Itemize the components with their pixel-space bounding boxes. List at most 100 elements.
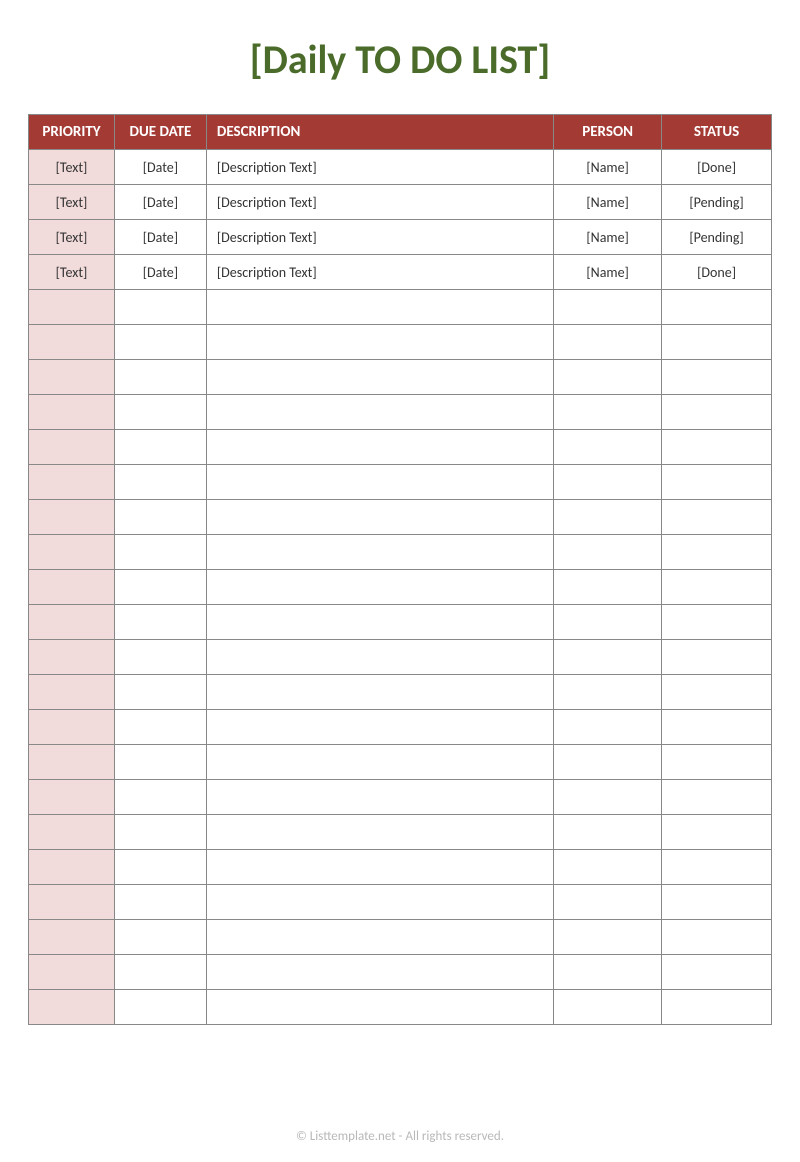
- table-row: [29, 570, 772, 605]
- cell-description: [206, 745, 553, 780]
- table-row: [29, 325, 772, 360]
- cell-person: [554, 920, 662, 955]
- table-row: [29, 500, 772, 535]
- cell-priority: [29, 465, 115, 500]
- cell-status: [662, 955, 772, 990]
- cell-priority: [29, 675, 115, 710]
- cell-person: [554, 710, 662, 745]
- cell-priority: [29, 500, 115, 535]
- cell-status: [662, 290, 772, 325]
- table-row: [Text][Date][Description Text][Name][Don…: [29, 255, 772, 290]
- cell-duedate: [114, 675, 206, 710]
- table-row: [29, 535, 772, 570]
- cell-status: [Done]: [662, 150, 772, 185]
- cell-description: [Description Text]: [206, 150, 553, 185]
- cell-duedate: [Date]: [114, 185, 206, 220]
- cell-description: [206, 850, 553, 885]
- cell-duedate: [114, 535, 206, 570]
- table-row: [29, 640, 772, 675]
- cell-priority: [Text]: [29, 185, 115, 220]
- cell-priority: [29, 955, 115, 990]
- cell-status: [662, 395, 772, 430]
- col-header-description: DESCRIPTION: [206, 115, 553, 150]
- table-row: [29, 815, 772, 850]
- cell-description: [206, 955, 553, 990]
- cell-person: [554, 570, 662, 605]
- cell-priority: [29, 815, 115, 850]
- cell-person: [554, 815, 662, 850]
- cell-status: [662, 360, 772, 395]
- cell-person: [554, 430, 662, 465]
- cell-description: [206, 290, 553, 325]
- table-row: [Text][Date][Description Text][Name][Pen…: [29, 220, 772, 255]
- table-row: [29, 430, 772, 465]
- cell-status: [662, 500, 772, 535]
- cell-person: [554, 605, 662, 640]
- cell-duedate: [114, 710, 206, 745]
- cell-priority: [29, 570, 115, 605]
- cell-duedate: [114, 325, 206, 360]
- cell-person: [554, 640, 662, 675]
- cell-priority: [29, 780, 115, 815]
- cell-priority: [29, 430, 115, 465]
- cell-status: [Done]: [662, 255, 772, 290]
- cell-status: [662, 780, 772, 815]
- cell-duedate: [114, 780, 206, 815]
- cell-status: [Pending]: [662, 185, 772, 220]
- cell-description: [Description Text]: [206, 185, 553, 220]
- cell-priority: [29, 920, 115, 955]
- cell-description: [206, 465, 553, 500]
- table-row: [29, 780, 772, 815]
- cell-status: [662, 710, 772, 745]
- cell-description: [206, 605, 553, 640]
- cell-person: [554, 360, 662, 395]
- cell-duedate: [114, 465, 206, 500]
- cell-description: [206, 500, 553, 535]
- cell-priority: [Text]: [29, 150, 115, 185]
- cell-priority: [Text]: [29, 255, 115, 290]
- cell-person: [554, 500, 662, 535]
- cell-person: [554, 780, 662, 815]
- cell-description: [206, 325, 553, 360]
- cell-person: [Name]: [554, 185, 662, 220]
- cell-person: [554, 465, 662, 500]
- cell-status: [662, 325, 772, 360]
- cell-status: [662, 430, 772, 465]
- cell-description: [206, 710, 553, 745]
- cell-description: [Description Text]: [206, 255, 553, 290]
- cell-person: [554, 290, 662, 325]
- cell-description: [206, 815, 553, 850]
- cell-duedate: [114, 850, 206, 885]
- cell-duedate: [114, 500, 206, 535]
- table-row: [29, 850, 772, 885]
- cell-priority: [29, 605, 115, 640]
- cell-description: [206, 885, 553, 920]
- cell-person: [554, 850, 662, 885]
- table-row: [29, 465, 772, 500]
- table-row: [29, 360, 772, 395]
- cell-person: [554, 885, 662, 920]
- col-header-person: PERSON: [554, 115, 662, 150]
- cell-person: [554, 675, 662, 710]
- cell-person: [554, 955, 662, 990]
- cell-description: [206, 780, 553, 815]
- cell-priority: [29, 850, 115, 885]
- cell-duedate: [114, 815, 206, 850]
- cell-priority: [29, 535, 115, 570]
- cell-person: [554, 745, 662, 780]
- table-row: [29, 605, 772, 640]
- table-row: [29, 955, 772, 990]
- cell-duedate: [Date]: [114, 150, 206, 185]
- cell-status: [662, 535, 772, 570]
- cell-priority: [29, 745, 115, 780]
- cell-description: [206, 570, 553, 605]
- cell-status: [662, 815, 772, 850]
- cell-description: [206, 640, 553, 675]
- table-row: [Text][Date][Description Text][Name][Don…: [29, 150, 772, 185]
- cell-duedate: [114, 395, 206, 430]
- footer-text: © Listtemplate.net - All rights reserved…: [0, 1129, 800, 1144]
- table-row: [29, 990, 772, 1025]
- cell-person: [554, 990, 662, 1025]
- cell-duedate: [114, 605, 206, 640]
- cell-description: [206, 535, 553, 570]
